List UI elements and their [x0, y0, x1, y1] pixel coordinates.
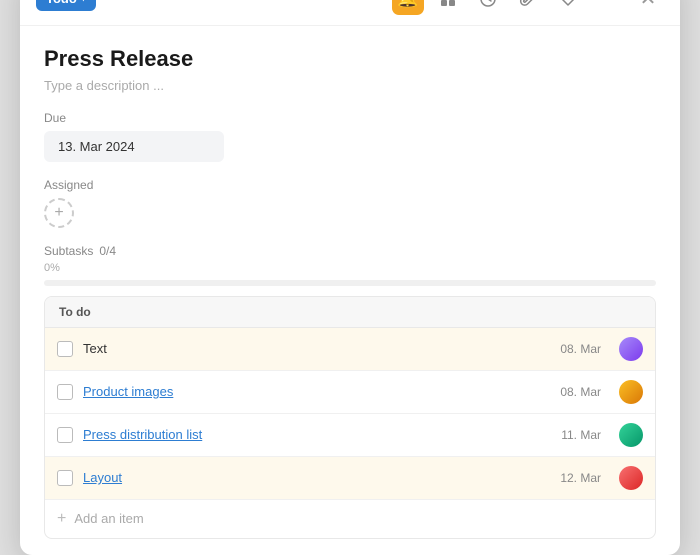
close-icon[interactable]: ✕ [632, 0, 664, 15]
subtask-name[interactable]: Product images [83, 384, 550, 399]
subtasks-label: Subtasks [44, 244, 93, 258]
subtasks-count: 0/4 [99, 244, 116, 258]
tag-icon[interactable] [552, 0, 584, 15]
progress-bar [44, 280, 656, 286]
assigned-label: Assigned [44, 178, 656, 192]
due-date[interactable]: 13. Mar 2024 [44, 131, 224, 162]
subtask-name[interactable]: Press distribution list [83, 427, 551, 442]
status-badge[interactable]: Todo ▾ [36, 0, 96, 11]
attachment-icon[interactable] [512, 0, 544, 15]
subtask-name[interactable]: Layout [83, 470, 550, 485]
subtask-name: Text [83, 341, 550, 356]
subtask-checkbox[interactable] [57, 470, 73, 486]
avatar [619, 423, 643, 447]
progress-label: 0% [44, 262, 656, 274]
subtasks-table: To do Text 08. Mar Product images 08. Ma… [44, 296, 656, 539]
avatar [619, 337, 643, 361]
subtask-date: 08. Mar [560, 385, 601, 399]
due-label: Due [44, 111, 656, 125]
modal-header: Todo ▾ 🔔 ✕ [20, 0, 680, 26]
table-row: Press distribution list 11. Mar [45, 414, 655, 457]
add-assignee-button[interactable]: + [44, 198, 74, 228]
add-item-label: Add an item [74, 511, 143, 526]
table-row: Layout 12. Mar [45, 457, 655, 500]
table-row: Product images 08. Mar [45, 371, 655, 414]
subtasks-section: Subtasks 0/4 [44, 244, 656, 258]
subtask-checkbox[interactable] [57, 384, 73, 400]
due-field-row: Due 13. Mar 2024 [44, 111, 656, 162]
table-icon[interactable] [432, 0, 464, 15]
subtask-date: 11. Mar [561, 428, 601, 442]
subtask-checkbox[interactable] [57, 341, 73, 357]
modal-body: Press Release Type a description ... Due… [20, 26, 680, 555]
clock-icon[interactable] [472, 0, 504, 15]
task-description[interactable]: Type a description ... [44, 78, 656, 93]
add-item-plus-icon: + [57, 510, 66, 528]
status-label: Todo [46, 0, 77, 6]
subtask-date: 12. Mar [560, 471, 601, 485]
subtask-date: 08. Mar [560, 342, 601, 356]
chevron-down-icon: ▾ [81, 0, 86, 4]
header-icons: 🔔 ✕ [392, 0, 664, 15]
table-header: To do [45, 297, 655, 328]
avatar [619, 380, 643, 404]
add-item-row[interactable]: + Add an item [45, 500, 655, 538]
bell-icon[interactable]: 🔔 [392, 0, 424, 15]
avatar [619, 466, 643, 490]
task-title: Press Release [44, 46, 656, 72]
subtask-checkbox[interactable] [57, 427, 73, 443]
more-icon[interactable] [592, 0, 624, 15]
table-row: Text 08. Mar [45, 328, 655, 371]
task-modal: Todo ▾ 🔔 ✕ Press Release Typ [20, 0, 680, 555]
assigned-field-row: Assigned + [44, 178, 656, 228]
